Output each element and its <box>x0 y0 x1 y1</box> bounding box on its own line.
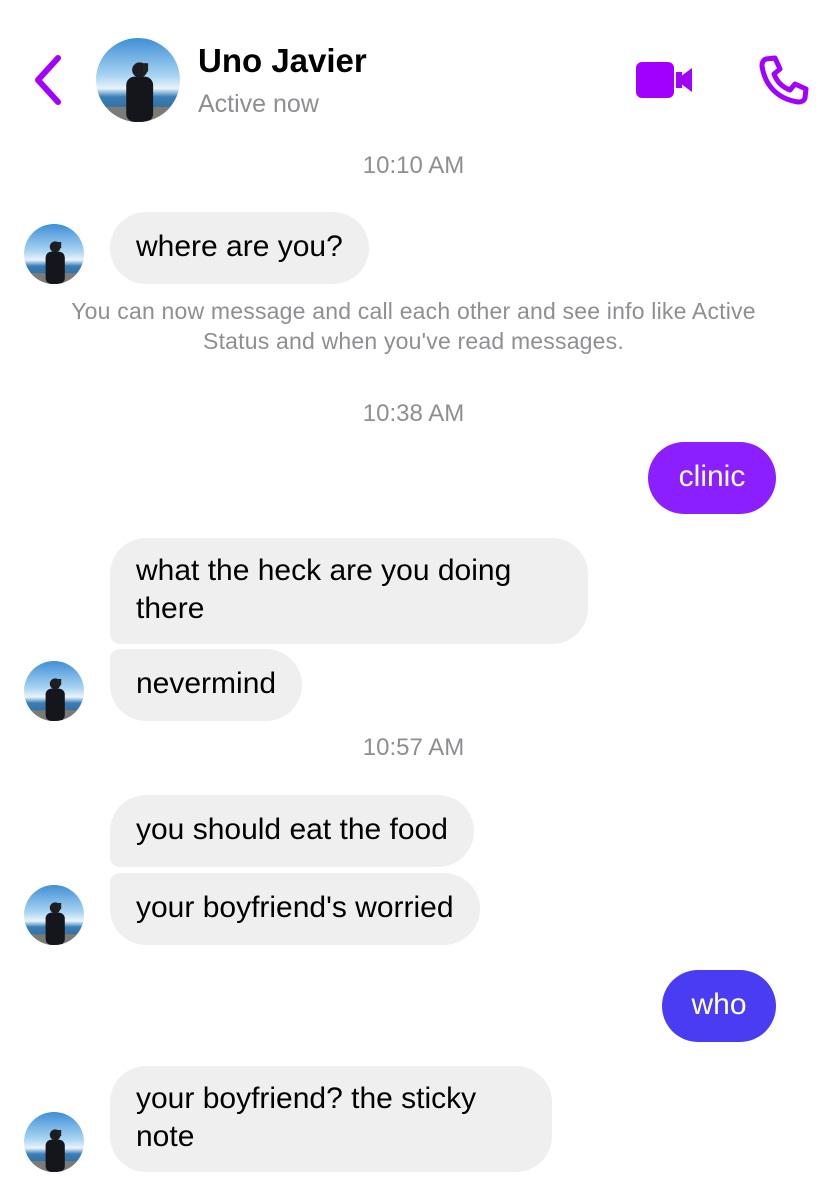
contact-avatar-small[interactable] <box>24 885 84 945</box>
contact-avatar-small[interactable] <box>24 1112 84 1172</box>
message-bubble-incoming[interactable]: your boyfriend? the sticky note <box>110 1066 552 1172</box>
back-button[interactable] <box>28 50 68 110</box>
timestamp: 10:57 AM <box>362 734 465 761</box>
system-notice: You can now message and call each other … <box>71 298 756 354</box>
contact-avatar[interactable] <box>96 38 180 122</box>
video-camera-icon <box>636 62 692 98</box>
voice-call-button[interactable] <box>758 54 810 106</box>
message-bubble-incoming[interactable]: where are you? <box>110 212 369 284</box>
contact-name[interactable]: Uno Javier <box>198 42 367 80</box>
chat-header: Uno Javier Active now <box>0 0 827 140</box>
timestamp: 10:10 AM <box>362 152 465 179</box>
message-bubble-incoming[interactable]: your boyfriend's worried <box>110 873 480 945</box>
contact-avatar-small[interactable] <box>24 224 84 284</box>
video-call-button[interactable] <box>634 58 696 102</box>
message-bubble-incoming[interactable]: nevermind <box>110 649 303 721</box>
active-status: Active now <box>198 90 319 118</box>
message-bubble-outgoing[interactable]: who <box>662 970 776 1042</box>
message-bubble-incoming[interactable]: you should eat the food <box>110 795 474 867</box>
message-bubble-outgoing[interactable]: clinic <box>648 442 776 514</box>
timestamp: 10:38 AM <box>362 400 465 427</box>
message-bubble-incoming[interactable]: what the heck are you doing there <box>110 538 588 644</box>
chevron-left-icon <box>35 55 61 105</box>
contact-avatar-small[interactable] <box>24 661 84 721</box>
phone-icon <box>759 55 809 105</box>
